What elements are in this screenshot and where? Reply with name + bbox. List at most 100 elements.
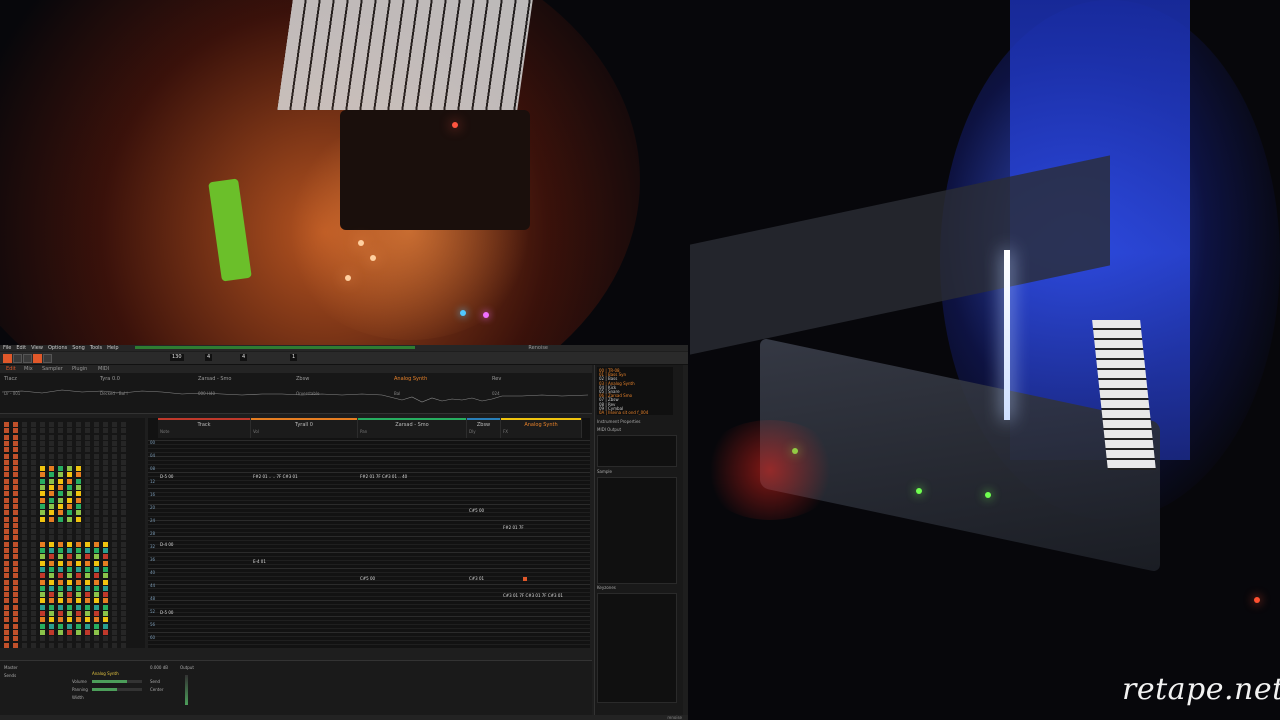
matrix-slot[interactable] — [49, 629, 54, 635]
matrix-slot[interactable] — [22, 472, 27, 478]
matrix-slot[interactable] — [40, 428, 45, 434]
matrix-slot[interactable] — [40, 617, 45, 623]
matrix-slot[interactable] — [85, 510, 90, 516]
matrix-slot[interactable] — [67, 560, 72, 566]
matrix-slot[interactable] — [67, 428, 72, 434]
matrix-slot[interactable] — [67, 598, 72, 604]
matrix-slot[interactable] — [85, 535, 90, 541]
matrix-slot[interactable] — [40, 598, 45, 604]
matrix-slot[interactable] — [94, 541, 99, 547]
matrix-slot[interactable] — [85, 529, 90, 535]
matrix-slot[interactable] — [112, 535, 117, 541]
matrix-slot[interactable] — [31, 440, 36, 446]
matrix-slot[interactable] — [121, 611, 126, 616]
matrix-slot[interactable] — [49, 440, 54, 446]
matrix-slot[interactable] — [31, 428, 36, 434]
matrix-slot[interactable] — [4, 604, 9, 610]
matrix-slot[interactable] — [85, 541, 90, 547]
matrix-slot[interactable] — [121, 623, 126, 629]
matrix-slot[interactable] — [13, 516, 18, 522]
matrix-slot[interactable] — [22, 579, 27, 585]
matrix-slot[interactable] — [58, 453, 63, 459]
note-cell[interactable]: C#5 00 — [469, 508, 484, 513]
matrix-slot[interactable] — [103, 560, 108, 566]
matrix-slot[interactable] — [85, 453, 90, 459]
matrix-slot[interactable] — [112, 422, 117, 427]
matrix-slot[interactable] — [94, 611, 99, 616]
matrix-slot[interactable] — [49, 642, 54, 648]
matrix-slot[interactable] — [112, 642, 117, 648]
metronome-button[interactable] — [43, 354, 52, 363]
matrix-slot[interactable] — [58, 503, 63, 509]
matrix-slot[interactable] — [4, 636, 9, 642]
matrix-slot[interactable] — [49, 447, 54, 453]
matrix-slot[interactable] — [67, 510, 72, 516]
matrix-slot[interactable] — [13, 636, 18, 642]
matrix-slot[interactable] — [40, 478, 45, 484]
matrix-slot[interactable] — [4, 428, 9, 434]
matrix-slot[interactable] — [22, 541, 27, 547]
matrix-slot[interactable] — [121, 497, 126, 503]
matrix-slot[interactable] — [58, 579, 63, 585]
matrix-slot[interactable] — [31, 491, 36, 497]
matrix-slot[interactable] — [103, 434, 108, 440]
matrix-slot[interactable] — [94, 604, 99, 610]
matrix-slot[interactable] — [85, 472, 90, 478]
matrix-slot[interactable] — [22, 560, 27, 566]
matrix-slot[interactable] — [121, 604, 126, 610]
matrix-slot[interactable] — [121, 554, 126, 560]
matrix-slot[interactable] — [31, 522, 36, 528]
matrix-slot[interactable] — [121, 485, 126, 490]
matrix-slot[interactable] — [103, 491, 108, 497]
matrix-slot[interactable] — [4, 503, 9, 509]
matrix-slot[interactable] — [94, 529, 99, 535]
matrix-slot[interactable] — [31, 579, 36, 585]
matrix-slot[interactable] — [4, 579, 9, 585]
matrix-slot[interactable] — [58, 548, 63, 553]
matrix-slot[interactable] — [103, 422, 108, 427]
matrix-slot[interactable] — [13, 579, 18, 585]
matrix-slot[interactable] — [58, 554, 63, 560]
matrix-slot[interactable] — [4, 560, 9, 566]
matrix-slot[interactable] — [76, 554, 81, 560]
track-header[interactable]: Analog Synth FX — [501, 418, 582, 438]
matrix-slot[interactable] — [121, 617, 126, 623]
matrix-slot[interactable] — [22, 485, 27, 490]
matrix-slot[interactable] — [112, 611, 117, 616]
matrix-slot[interactable] — [13, 554, 18, 560]
matrix-slot[interactable] — [67, 447, 72, 453]
matrix-slot[interactable] — [112, 579, 117, 585]
matrix-slot[interactable] — [4, 554, 9, 560]
matrix-slot[interactable] — [40, 573, 45, 579]
matrix-slot[interactable] — [94, 510, 99, 516]
matrix-slot[interactable] — [58, 598, 63, 604]
matrix-slot[interactable] — [31, 629, 36, 635]
matrix-slot[interactable] — [4, 440, 9, 446]
matrix-slot[interactable] — [76, 535, 81, 541]
matrix-slot[interactable] — [4, 623, 9, 629]
matrix-slot[interactable] — [49, 472, 54, 478]
matrix-slot[interactable] — [121, 579, 126, 585]
matrix-slot[interactable] — [58, 629, 63, 635]
matrix-slot[interactable] — [58, 611, 63, 616]
matrix-slot[interactable] — [112, 604, 117, 610]
matrix-slot[interactable] — [121, 642, 126, 648]
matrix-slot[interactable] — [121, 592, 126, 598]
track-header[interactable]: Zarsad - Smo Pan — [358, 418, 467, 438]
matrix-slot[interactable] — [112, 566, 117, 572]
matrix-slot[interactable] — [13, 629, 18, 635]
matrix-slot[interactable] — [49, 636, 54, 642]
matrix-slot[interactable] — [58, 510, 63, 516]
matrix-slot[interactable] — [94, 485, 99, 490]
matrix-slot[interactable] — [58, 428, 63, 434]
matrix-slot[interactable] — [31, 541, 36, 547]
matrix-slot[interactable] — [49, 466, 54, 472]
matrix-slot[interactable] — [31, 529, 36, 535]
matrix-slot[interactable] — [121, 548, 126, 553]
matrix-slot[interactable] — [67, 541, 72, 547]
matrix-slot[interactable] — [31, 535, 36, 541]
matrix-slot[interactable] — [58, 636, 63, 642]
matrix-slot[interactable] — [85, 554, 90, 560]
matrix-slot[interactable] — [31, 472, 36, 478]
matrix-slot[interactable] — [103, 447, 108, 453]
